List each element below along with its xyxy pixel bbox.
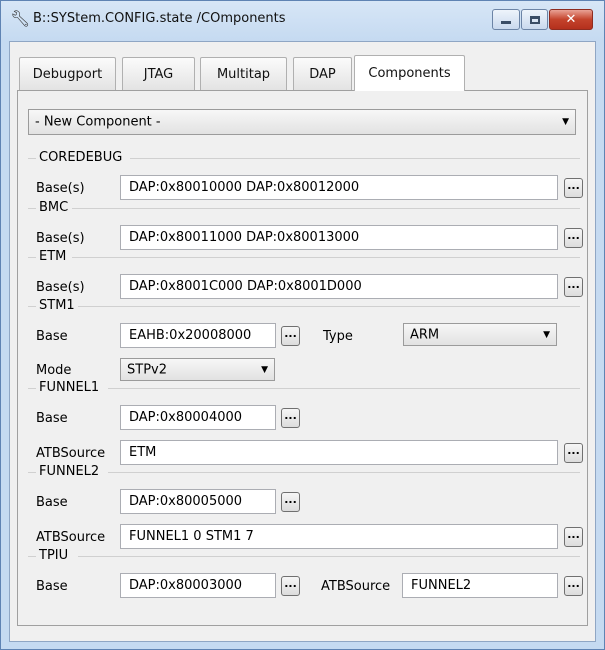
- title-bar[interactable]: 🔧︎ B::SYStem.CONFIG.state /COmponents ✕: [1, 1, 604, 41]
- stm1-base-label: Base: [36, 329, 68, 344]
- etm-base-label: Base(s): [36, 280, 85, 295]
- coredebug-group-title: COREDEBUG: [39, 150, 123, 165]
- group-separator: [28, 388, 36, 389]
- wrench-icon: 🔧︎: [10, 9, 31, 28]
- tpiu-base-label: Base: [36, 579, 68, 594]
- maximize-icon: [529, 15, 540, 24]
- tpiu-atbsource-input[interactable]: FUNNEL2: [402, 573, 558, 598]
- etm-group-title: ETM: [39, 249, 67, 264]
- new-component-dropdown[interactable]: - New Component - ▼: [28, 109, 576, 135]
- funnel2-atbsource-label: ATBSource: [36, 530, 106, 545]
- bmc-group-title: BMC: [39, 200, 69, 215]
- tpiu-browse-button[interactable]: ...: [281, 576, 300, 596]
- coredebug-browse-button[interactable]: ...: [564, 178, 583, 198]
- stm1-base-input[interactable]: EAHB:0x20008000: [120, 323, 276, 348]
- tab-debugport[interactable]: Debugport: [19, 57, 116, 90]
- funnel1-base-label: Base: [36, 411, 68, 426]
- tpiu-atbsource-browse-button[interactable]: ...: [564, 576, 583, 596]
- stm1-browse-button[interactable]: ...: [281, 326, 300, 346]
- coredebug-base-input[interactable]: DAP:0x80010000 DAP:0x80012000: [120, 175, 558, 200]
- bmc-browse-button[interactable]: ...: [564, 228, 583, 248]
- funnel2-base-label: Base: [36, 495, 68, 510]
- group-separator: [108, 388, 580, 389]
- config-window: 🔧︎ B::SYStem.CONFIG.state /COmponents ✕ …: [0, 0, 605, 650]
- client-area: Debugport JTAG Multitap DAP Components -…: [9, 41, 596, 642]
- chevron-down-icon: ▼: [261, 364, 268, 375]
- stm1-type-dropdown[interactable]: ARM ▼: [403, 323, 557, 346]
- chevron-down-icon: ▼: [562, 117, 569, 127]
- coredebug-base-label: Base(s): [36, 181, 85, 196]
- funnel2-atbsource-input[interactable]: FUNNEL1 0 STM1 7: [120, 524, 558, 549]
- etm-base-input[interactable]: DAP:0x8001C000 DAP:0x8001D000: [120, 274, 558, 299]
- stm1-mode-label: Mode: [36, 363, 72, 378]
- funnel1-atbsource-label: ATBSource: [36, 446, 106, 461]
- funnel1-base-input[interactable]: DAP:0x80004000: [120, 405, 276, 430]
- bmc-base-label: Base(s): [36, 231, 85, 246]
- stm1-mode-dropdown[interactable]: STPv2 ▼: [120, 358, 275, 381]
- tab-jtag[interactable]: JTAG: [122, 57, 195, 90]
- close-icon: ✕: [565, 12, 577, 27]
- tab-dap[interactable]: DAP: [293, 57, 352, 90]
- group-separator: [28, 306, 36, 307]
- group-separator: [28, 158, 36, 159]
- minimize-button[interactable]: [492, 9, 520, 30]
- stm1-group-title: STM1: [39, 298, 75, 313]
- tab-multitap[interactable]: Multitap: [200, 57, 287, 90]
- funnel1-browse-button[interactable]: ...: [281, 408, 300, 428]
- maximize-button[interactable]: [521, 9, 548, 30]
- minimize-icon: [501, 21, 511, 24]
- group-separator: [130, 158, 580, 159]
- tpiu-atbsource-label: ATBSource: [321, 579, 391, 594]
- group-separator: [72, 257, 580, 258]
- funnel1-atbsource-input[interactable]: ETM: [120, 440, 558, 465]
- new-component-value: - New Component -: [35, 114, 161, 130]
- stm1-mode-value: STPv2: [127, 362, 167, 377]
- group-separator: [108, 472, 580, 473]
- tpiu-base-input[interactable]: DAP:0x80003000: [120, 573, 276, 598]
- funnel2-browse-button[interactable]: ...: [281, 492, 300, 512]
- tpiu-group-title: TPIU: [39, 548, 69, 563]
- close-button[interactable]: ✕: [549, 9, 593, 30]
- stm1-type-value: ARM: [410, 327, 440, 342]
- stm1-type-label: Type: [323, 329, 353, 344]
- group-separator: [78, 306, 580, 307]
- tab-components[interactable]: Components: [354, 55, 465, 91]
- funnel2-atbsource-browse-button[interactable]: ...: [564, 527, 583, 547]
- group-separator: [78, 556, 580, 557]
- chevron-down-icon: ▼: [543, 329, 550, 340]
- funnel2-base-input[interactable]: DAP:0x80005000: [120, 489, 276, 514]
- funnel1-atbsource-browse-button[interactable]: ...: [564, 443, 583, 463]
- group-separator: [28, 556, 36, 557]
- group-separator: [28, 208, 36, 209]
- bmc-base-input[interactable]: DAP:0x80011000 DAP:0x80013000: [120, 225, 558, 250]
- group-separator: [72, 208, 580, 209]
- components-panel: - New Component - ▼ COREDEBUG Base(s) DA…: [17, 90, 588, 626]
- group-separator: [28, 257, 36, 258]
- window-title: B::SYStem.CONFIG.state /COmponents: [33, 11, 286, 26]
- funnel2-group-title: FUNNEL2: [39, 464, 100, 479]
- funnel1-group-title: FUNNEL1: [39, 380, 100, 395]
- etm-browse-button[interactable]: ...: [564, 277, 583, 297]
- group-separator: [28, 472, 36, 473]
